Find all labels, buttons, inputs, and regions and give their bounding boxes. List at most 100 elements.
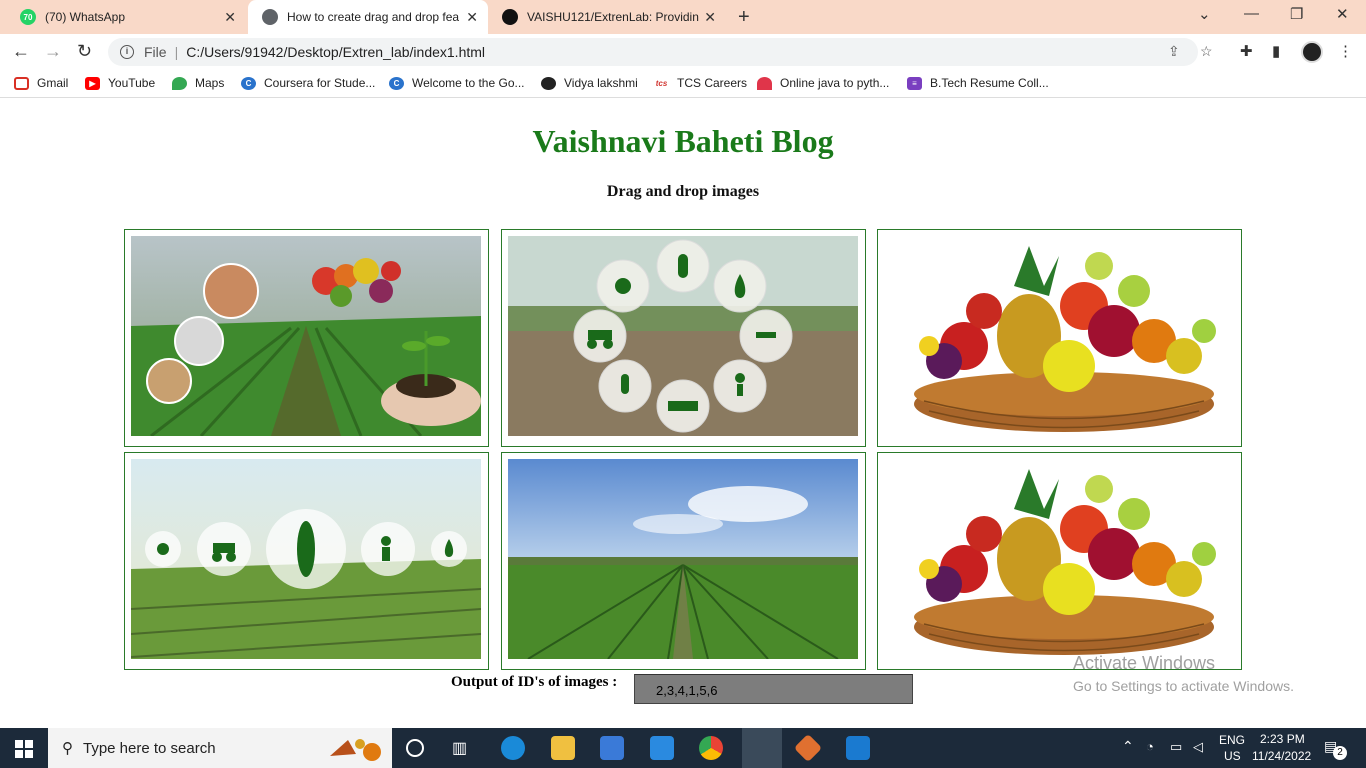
heart-icon	[757, 76, 772, 90]
cortana-icon[interactable]	[406, 739, 424, 757]
bookmark-label: Coursera for Stude...	[264, 76, 376, 90]
tab-search-chevron-icon[interactable]: ⌄	[1198, 5, 1211, 23]
browser-toolbar: ← → ↻ i File | C:/Users/91942/Desktop/Ex…	[0, 34, 1366, 70]
search-icon: ⚲	[62, 740, 73, 757]
gmail-icon	[14, 76, 29, 90]
close-tab-icon[interactable]: ✕	[224, 9, 236, 25]
avatar[interactable]	[1301, 41, 1323, 63]
bookmark-label: Online java to pyth...	[780, 76, 890, 90]
globe-icon	[262, 9, 278, 25]
drop-cell-2[interactable]	[501, 229, 866, 447]
bookmark-resume[interactable]: ≡ B.Tech Resume Coll...	[907, 76, 1049, 90]
chrome-icon[interactable]	[699, 736, 723, 760]
search-highlight-icon	[320, 734, 390, 761]
taskbar: ⚲ Type here to search ▥ ⌃ ◔ ▭ ◁ ENG US 2…	[0, 728, 1366, 768]
agritech-field-icons-image[interactable]	[131, 459, 481, 659]
windows-start-icon[interactable]	[15, 740, 33, 758]
bookmark-youtube[interactable]: ▶ YouTube	[85, 76, 155, 90]
close-window-icon[interactable]: ✕	[1336, 5, 1349, 23]
bookmark-coursera[interactable]: C Coursera for Stude...	[241, 76, 375, 90]
file-explorer-icon[interactable]	[551, 736, 575, 760]
star-icon[interactable]: ☆	[1200, 43, 1213, 60]
youtube-icon: ▶	[85, 76, 100, 90]
side-panel-icon[interactable]: ▮	[1272, 42, 1280, 60]
notification-badge: 2	[1333, 746, 1347, 760]
new-tab-icon[interactable]: +	[738, 6, 750, 29]
farm-seeds-vegetables-image[interactable]	[131, 236, 481, 436]
drop-cell-3[interactable]	[877, 229, 1242, 447]
store-icon[interactable]	[600, 736, 624, 760]
tab-title: How to create drag and drop fea	[287, 10, 459, 24]
restore-icon[interactable]: ❐	[1290, 5, 1303, 23]
battery-icon[interactable]: ▭	[1170, 739, 1182, 755]
drop-cell-4[interactable]	[124, 452, 489, 670]
divider: |	[174, 44, 179, 60]
address-bar[interactable]: i File | C:/Users/91942/Desktop/Extren_l…	[108, 38, 1213, 66]
bookmark-label: Welcome to the Go...	[412, 76, 525, 90]
tab-title: VAISHU121/ExtrenLab: Providing	[527, 10, 699, 24]
edge-icon[interactable]	[501, 736, 525, 760]
fruit-basket-image[interactable]	[884, 236, 1234, 436]
bookmark-welcome[interactable]: C Welcome to the Go...	[389, 76, 525, 90]
smart-farming-icons-image[interactable]	[508, 236, 858, 436]
coursera-icon: C	[241, 76, 256, 90]
green-field-sky-image[interactable]	[508, 459, 858, 659]
tab-github[interactable]: VAISHU121/ExtrenLab: Providing ✕	[488, 0, 726, 34]
output-field[interactable]: 2,3,4,1,5,6	[634, 674, 913, 704]
tray-chevron-icon[interactable]: ⌃	[1122, 738, 1134, 755]
volume-icon[interactable]: ◁	[1193, 739, 1203, 755]
tcs-icon: tcs	[654, 76, 669, 90]
bookmark-label: Gmail	[37, 76, 69, 90]
drop-cell-1[interactable]	[124, 229, 489, 447]
whatsapp-icon: 70	[20, 9, 36, 25]
task-view-icon[interactable]: ▥	[452, 738, 476, 762]
reload-icon[interactable]: ↻	[77, 41, 92, 62]
drop-cell-5[interactable]	[501, 452, 866, 670]
bookmark-label: B.Tech Resume Coll...	[930, 76, 1049, 90]
watermark-text: Go to Settings to activate Windows.	[1073, 678, 1294, 694]
tab-title: (70) WhatsApp	[45, 10, 126, 24]
vscode-icon[interactable]	[846, 736, 870, 760]
mail-icon[interactable]	[650, 736, 674, 760]
fruit-basket-image-2[interactable]	[884, 459, 1234, 659]
bookmark-tcs[interactable]: tcs TCS Careers	[654, 76, 747, 90]
bookmark-label: Vidya lakshmi	[564, 76, 638, 90]
info-icon[interactable]: i	[120, 45, 134, 59]
globe-icon	[541, 76, 556, 90]
url-text[interactable]: C:/Users/91942/Desktop/Extren_lab/index1…	[186, 44, 485, 60]
bookmark-gmail[interactable]: Gmail	[14, 76, 68, 90]
minimize-icon[interactable]: —	[1244, 5, 1259, 22]
bookmark-label: Maps	[195, 76, 225, 90]
page-content: Vaishnavi Baheti Blog Drag and drop imag…	[0, 103, 1366, 725]
clock-time[interactable]: 2:23 PM	[1260, 732, 1305, 746]
chrome-active-icon[interactable]	[742, 728, 782, 768]
clock-date[interactable]: 11/24/2022	[1252, 749, 1311, 763]
drop-cell-6[interactable]	[877, 452, 1242, 670]
page-subtitle: Drag and drop images	[606, 183, 760, 200]
back-icon[interactable]: ←	[12, 41, 30, 62]
share-icon[interactable]: ⇪	[1168, 43, 1180, 60]
close-tab-icon[interactable]: ✕	[466, 9, 478, 25]
bookmark-vidya[interactable]: Vidya lakshmi	[541, 76, 638, 90]
tab-whatsapp[interactable]: 70 (70) WhatsApp ✕	[6, 0, 246, 34]
bookmark-label: YouTube	[108, 76, 156, 90]
bookmark-online-java[interactable]: Online java to pyth...	[757, 76, 889, 90]
bookmarks-bar: Gmail ▶ YouTube Maps C Coursera for Stude.…	[0, 70, 1366, 98]
search-placeholder: Type here to search	[83, 739, 216, 757]
page-title: Vaishnavi Baheti Blog	[532, 123, 834, 159]
bookmark-maps[interactable]: Maps	[172, 76, 224, 90]
region-label[interactable]: US	[1224, 749, 1241, 763]
scheme-label: File	[144, 44, 167, 60]
language-label[interactable]: ENG	[1219, 733, 1245, 747]
close-tab-icon[interactable]: ✕	[704, 9, 716, 25]
coursera-icon: C	[389, 76, 404, 90]
git-icon[interactable]	[793, 733, 823, 763]
forward-icon[interactable]: →	[44, 41, 62, 62]
extensions-icon[interactable]: ✚	[1240, 42, 1253, 60]
menu-icon[interactable]: ⋮	[1338, 42, 1353, 60]
github-icon	[502, 9, 518, 25]
forms-icon: ≡	[907, 76, 922, 90]
watermark-title: Activate Windows	[1073, 653, 1216, 673]
wifi-icon[interactable]: ◔	[1146, 739, 1154, 754]
tab-drag-drop[interactable]: How to create drag and drop fea ✕	[248, 0, 488, 34]
